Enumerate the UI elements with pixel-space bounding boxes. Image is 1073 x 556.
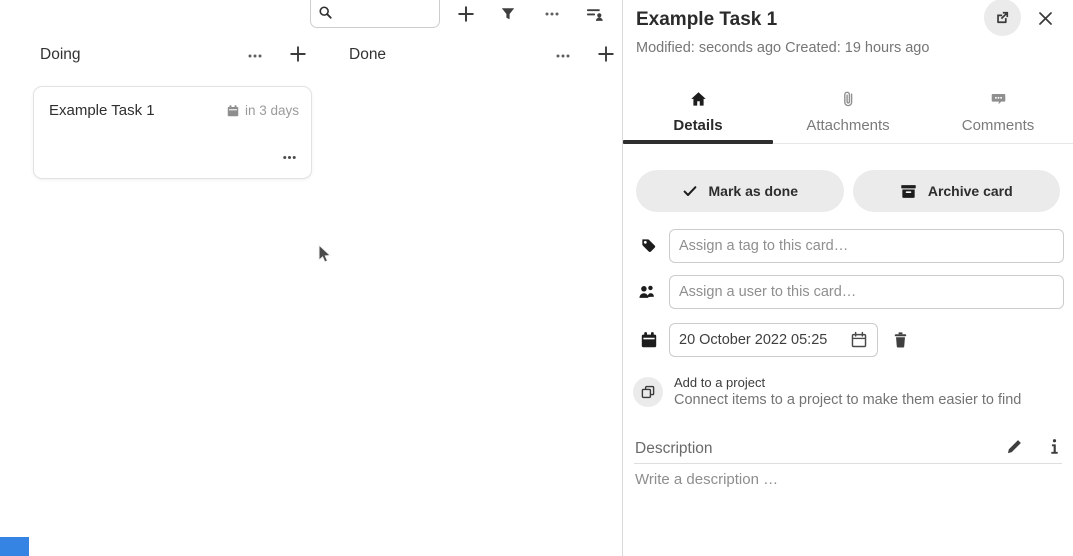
external-link-icon (994, 9, 1011, 26)
tab-attachments-label: Attachments (806, 117, 889, 134)
info-icon (1047, 438, 1062, 455)
add-to-project-button[interactable] (633, 377, 663, 407)
check-icon (682, 183, 698, 199)
archive-icon (900, 183, 917, 200)
users-icon (638, 283, 657, 300)
edit-description-button[interactable] (1002, 434, 1026, 458)
close-icon (1037, 10, 1054, 27)
description-placeholder[interactable]: Write a description … (635, 471, 778, 488)
archive-card-label: Archive card (928, 183, 1013, 199)
card-title: Example Task 1 (49, 102, 155, 119)
task-card[interactable]: Example Task 1 in 3 days (33, 86, 312, 179)
comment-icon (990, 89, 1007, 109)
ellipsis-icon (246, 47, 264, 65)
mark-as-done-button[interactable]: Mark as done (636, 170, 844, 212)
add-to-project-subtitle: Connect items to a project to make them … (674, 392, 1021, 408)
card-detail-panel: Example Task 1 Modified: seconds ago Cre… (622, 0, 1073, 556)
card-menu-button[interactable] (277, 145, 301, 169)
assign-user-input[interactable] (669, 275, 1064, 309)
open-in-window-button[interactable] (984, 0, 1021, 36)
search-icon (318, 5, 333, 20)
archive-card-button[interactable]: Archive card (853, 170, 1061, 212)
projects-stack-icon (640, 384, 656, 400)
plus-icon (597, 45, 615, 63)
done-column-menu-button[interactable] (551, 44, 575, 68)
tab-comments-label: Comments (962, 117, 1035, 134)
search-box[interactable] (310, 0, 440, 28)
plus-icon (289, 45, 307, 63)
ellipsis-icon (281, 149, 298, 166)
accent-corner-indicator (0, 537, 29, 556)
tab-details-label: Details (673, 117, 722, 134)
column-title-doing: Doing (40, 46, 81, 64)
doing-column-menu-button[interactable] (243, 44, 267, 68)
home-icon (690, 89, 707, 109)
add-to-project-title: Add to a project (674, 375, 765, 390)
due-date-field[interactable]: 20 October 2022 05:25 (669, 323, 878, 357)
assignee-view-button[interactable] (583, 2, 607, 26)
description-header: Description (634, 437, 1062, 464)
column-title-done: Done (349, 46, 386, 64)
tab-comments[interactable]: Comments (923, 84, 1073, 143)
remove-due-date-button[interactable] (888, 328, 912, 352)
board-menu-button[interactable] (540, 2, 564, 26)
card-due-label: in 3 days (245, 103, 299, 118)
trash-icon (892, 331, 909, 349)
card-due-date: in 3 days (226, 103, 299, 118)
doing-add-card-button[interactable] (286, 42, 310, 66)
plus-icon (457, 5, 475, 23)
done-add-card-button[interactable] (594, 42, 618, 66)
pencil-icon (1006, 438, 1023, 455)
search-input[interactable] (337, 3, 435, 25)
mark-as-done-label: Mark as done (709, 183, 798, 199)
open-date-picker-button[interactable] (848, 329, 870, 351)
close-panel-button[interactable] (1033, 6, 1057, 30)
tab-details[interactable]: Details (623, 84, 773, 143)
filter-funnel-icon (500, 6, 516, 22)
due-date-value: 20 October 2022 05:25 (679, 332, 848, 348)
ellipsis-icon (543, 5, 561, 23)
active-tab-underline (623, 140, 773, 144)
panel-title: Example Task 1 (636, 9, 777, 31)
description-label: Description (635, 440, 713, 458)
paperclip-icon (840, 89, 856, 109)
ellipsis-icon (554, 47, 572, 65)
mouse-cursor (318, 244, 334, 266)
detail-tabs: Details Attachments Comments (623, 84, 1073, 144)
assign-tag-input[interactable] (669, 229, 1064, 263)
kanban-app-window: Doing Done Example Task 1 in 3 days Exam… (0, 0, 1073, 556)
calendar-outline-icon (850, 331, 868, 349)
add-list-button[interactable] (454, 2, 478, 26)
description-info-button[interactable] (1042, 434, 1066, 458)
filter-button[interactable] (496, 2, 520, 26)
tab-attachments[interactable]: Attachments (773, 84, 923, 143)
card-actions: Mark as done Archive card (636, 170, 1060, 212)
calendar-icon (640, 331, 658, 349)
assignee-list-icon (586, 5, 605, 24)
panel-meta: Modified: seconds ago Created: 19 hours … (636, 40, 929, 56)
tag-icon (640, 237, 657, 254)
calendar-icon (226, 104, 240, 118)
